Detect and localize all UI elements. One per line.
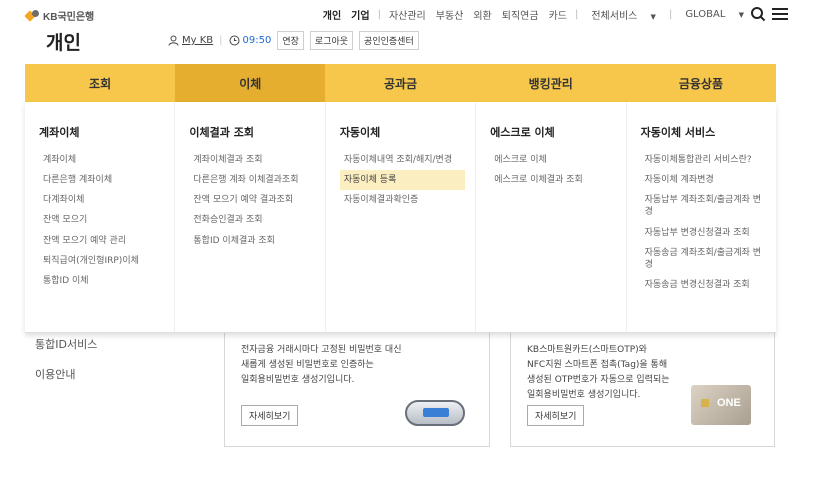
divider: |: [668, 9, 673, 20]
tab-financial-products[interactable]: 금융상품: [626, 64, 776, 102]
menu-item[interactable]: 계좌이체결과 조회: [189, 150, 314, 170]
extend-button[interactable]: 연장: [277, 31, 304, 50]
tab-inquiry[interactable]: 조회: [25, 64, 175, 102]
menu-item[interactable]: 자동이체내역 조회/해지/변경: [340, 150, 465, 170]
user-icon: [168, 35, 179, 46]
more-info-button[interactable]: 자세히보기: [527, 405, 585, 426]
menu-item[interactable]: 전화승인결과 조회: [189, 210, 314, 230]
more-info-button[interactable]: 자세히보기: [241, 405, 299, 426]
topnav-pension[interactable]: 퇴직연금: [502, 7, 539, 22]
smart-otp-info-card: KB스마트원카드(스마트OTP)와 NFC지원 스마트폰 접촉(Tag)을 통해…: [510, 316, 775, 447]
tab-banking-management[interactable]: 뱅킹관리: [476, 64, 626, 102]
divider: |: [574, 9, 579, 20]
caret-down-icon: ▼: [738, 11, 744, 19]
menu-list: 자동이체통합관리 서비스란? 자동이체 계좌변경 자동납부 계좌조회/출금계좌 변경…: [641, 150, 766, 295]
global-menu[interactable]: GLOBAL ▼: [680, 9, 749, 20]
top-navigation: 개인 기업 | 자산관리 부동산 외환 퇴직연금 카드 | 전체서비스 ▼ | …: [318, 7, 754, 22]
menu-item[interactable]: 잔액 모으기 예약 관리: [39, 231, 164, 251]
menu-item[interactable]: 다른은행 계좌이체: [39, 170, 164, 190]
menu-item[interactable]: 다른은행 계좌 이체결과조회: [189, 170, 314, 190]
kb-one-card-image: ONE: [691, 385, 751, 425]
clock-icon: [229, 35, 240, 46]
menu-item[interactable]: 통합ID 이체결과 조회: [189, 231, 314, 251]
menu-item[interactable]: 다계좌이체: [39, 190, 164, 210]
menu-column-title[interactable]: 에스크로 이체: [490, 124, 615, 140]
topnav-business[interactable]: 기업: [351, 7, 369, 22]
menu-column-title[interactable]: 자동이체 서비스: [641, 124, 766, 140]
menu-item[interactable]: 자동송금 계좌조회/출금계좌 변경: [641, 243, 766, 275]
hamburger-menu-icon[interactable]: [772, 6, 788, 22]
menu-item[interactable]: 자동납부 변경신청결과 조회: [641, 223, 766, 243]
logout-button[interactable]: 로그아웃: [309, 31, 354, 50]
otp-device-image: [405, 400, 465, 426]
transfer-dropdown-menu: 계좌이체 계좌이체 다른은행 계좌이체 다계좌이체 잔액 모으기 잔액 모으기 예약 관리…: [25, 102, 776, 333]
topnav-wealth[interactable]: 자산관리: [389, 7, 426, 22]
menu-list: 자동이체내역 조회/해지/변경 자동이체 등록 자동이체결과확인증: [339, 150, 466, 210]
tab-transfer[interactable]: 이체: [175, 64, 326, 102]
session-bar: My KB | 09:50 연장 로그아웃 공인인증센터: [168, 31, 419, 50]
divider: |: [219, 35, 223, 46]
menu-item[interactable]: 잔액 모으기: [39, 210, 164, 230]
main-navigation: 조회 이체 공과금 뱅킹관리 금융상품: [25, 64, 776, 102]
menu-item[interactable]: 잔액 모으기 예약 결과조회: [189, 190, 314, 210]
menu-item[interactable]: 자동이체 계좌변경: [641, 170, 766, 190]
menu-item[interactable]: 자동이체 등록: [339, 170, 466, 191]
otp-info-card: 전자금융 거래시마다 고정된 비밀번호 대신 새롭게 생성된 비밀번호로 인증하…: [224, 316, 490, 447]
topnav-realestate[interactable]: 부동산: [436, 7, 464, 22]
divider: |: [377, 9, 381, 20]
menu-item[interactable]: 에스크로 이체결과 조회: [490, 170, 615, 190]
card-chip: [701, 399, 709, 407]
topnav-fx[interactable]: 외환: [473, 7, 491, 22]
topnav-personal[interactable]: 개인: [323, 7, 341, 22]
menu-column-title[interactable]: 자동이체: [340, 124, 465, 140]
menu-item[interactable]: 통합ID 이체: [39, 271, 164, 291]
menu-column-title[interactable]: 이체결과 조회: [189, 124, 314, 140]
menu-item[interactable]: 계좌이체: [39, 150, 164, 170]
all-services-menu[interactable]: 전체서비스 ▼: [586, 7, 661, 22]
menu-item[interactable]: 자동납부 계좌조회/출금계좌 변경: [641, 190, 766, 222]
menu-column-title[interactable]: 계좌이체: [39, 124, 164, 140]
caret-down-icon: ▼: [650, 13, 656, 21]
menu-list: 계좌이체 다른은행 계좌이체 다계좌이체 잔액 모으기 잔액 모으기 예약 관리 퇴직급여…: [39, 150, 164, 291]
cert-center-button[interactable]: 공인인증센터: [359, 31, 419, 50]
card-description: KB스마트원카드(스마트OTP)와 NFC지원 스마트폰 접촉(Tag)을 통해…: [527, 345, 670, 400]
menu-column: 자동이체자동이체내역 조회/해지/변경 자동이체 등록 자동이체결과확인증: [326, 102, 477, 332]
menu-list: 계좌이체결과 조회 다른은행 계좌 이체결과조회 잔액 모으기 예약 결과조회 전화승…: [189, 150, 314, 251]
session-time: 09:50: [242, 35, 272, 46]
menu-column: 이체결과 조회계좌이체결과 조회 다른은행 계좌 이체결과조회 잔액 모으기 예약 …: [175, 102, 326, 332]
mykb-link[interactable]: My KB: [168, 35, 213, 46]
menu-item[interactable]: 에스크로 이체: [490, 150, 615, 170]
kb-star-icon: [24, 9, 40, 22]
sidebar-item-integrated-id[interactable]: 통합ID서비스: [35, 336, 97, 352]
menu-list: 에스크로 이체 에스크로 이체결과 조회: [490, 150, 615, 190]
brand-name: KB국민은행: [43, 12, 95, 23]
page-title: 개인: [46, 33, 81, 54]
tab-utility-bills[interactable]: 공과금: [325, 64, 475, 102]
session-timer: 09:50: [229, 35, 272, 46]
card-description: 전자금융 거래시마다 고정된 비밀번호 대신 새롭게 생성된 비밀번호로 인증하…: [241, 345, 402, 385]
menu-item[interactable]: 자동이체결과확인증: [340, 190, 465, 210]
menu-column: 자동이체 서비스자동이체통합관리 서비스란? 자동이체 계좌변경 자동납부 계좌조회…: [627, 102, 776, 332]
menu-column: 계좌이체 계좌이체 다른은행 계좌이체 다계좌이체 잔액 모으기 잔액 모으기 예약 관리…: [25, 102, 176, 332]
menu-column: 에스크로 이체 에스크로 이체 에스크로 이체결과 조회: [476, 102, 627, 332]
topnav-card[interactable]: 카드: [549, 7, 567, 22]
menu-item[interactable]: 퇴직급여(개인형IRP)이체: [39, 251, 164, 271]
kb-logo[interactable]: KB국민은행: [24, 8, 95, 23]
search-icon[interactable]: [750, 6, 766, 22]
menu-item[interactable]: 자동이체통합관리 서비스란?: [641, 150, 766, 170]
card-logo-text: ONE: [717, 397, 741, 409]
sidebar-item-guide[interactable]: 이용안내: [35, 366, 75, 382]
menu-item[interactable]: 자동송금 변경신청결과 조회: [641, 275, 766, 295]
